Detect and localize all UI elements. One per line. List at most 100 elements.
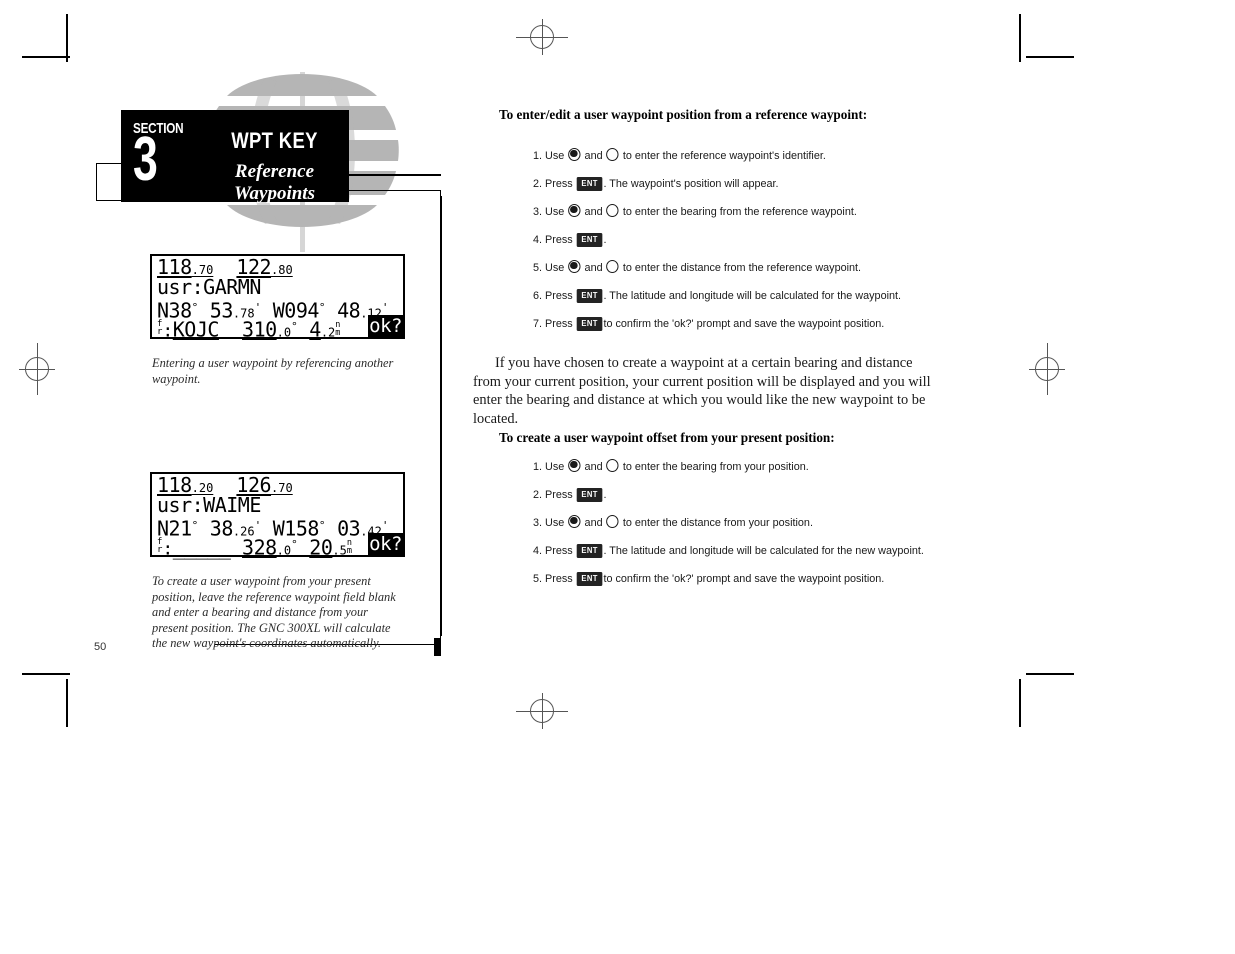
procedure-step: 1. Use and to enter the bearing from you… <box>533 453 942 481</box>
step-text: to enter the reference waypoint's identi… <box>619 150 826 162</box>
step-number: 5. <box>533 262 546 274</box>
step-text: to confirm the 'ok?' prompt and save the… <box>603 318 885 330</box>
ent-key-icon[interactable]: ENT <box>576 177 603 191</box>
lcd1-usr-label: usr: <box>157 275 204 299</box>
step-number: 1. <box>533 461 546 473</box>
ent-key-icon[interactable]: ENT <box>576 317 603 331</box>
small-knob-icon[interactable] <box>606 459 619 472</box>
step-number: 4. <box>533 545 546 557</box>
step-text: . <box>603 489 607 501</box>
section-title: WPT KEY <box>231 128 318 153</box>
procedure-step: 5. Press ENT to confirm the 'ok?' prompt … <box>533 565 942 593</box>
step-verb: Use <box>545 517 568 529</box>
lcd1-distance-unit: nm <box>335 320 341 339</box>
procedure-step: 1. Use and to enter the reference waypoi… <box>533 142 942 170</box>
lcd1-fr-colon: : <box>162 320 173 342</box>
large-knob-icon[interactable] <box>568 148 581 161</box>
ent-key-icon[interactable]: ENT <box>576 488 603 502</box>
lcd2-distance-unit: nm <box>346 538 352 557</box>
lcd1-row-reference: f r:KOJC 310.0° 4.2n m <box>157 315 341 342</box>
step-text: to enter the distance from the reference… <box>619 262 862 274</box>
small-knob-icon[interactable] <box>606 260 619 273</box>
step-text: to confirm the 'ok?' prompt and save the… <box>603 573 885 585</box>
step-text: . The waypoint's position will appear. <box>603 178 779 190</box>
section-header-banner: SECTION 3 WPT KEY Reference Waypoints <box>121 110 349 204</box>
small-knob-icon[interactable] <box>606 204 619 217</box>
procedure-step: 3. Use and to enter the bearing from the… <box>533 198 942 226</box>
procedure-step: 7. Press ENT to confirm the 'ok?' prompt … <box>533 310 942 338</box>
ent-key-icon[interactable]: ENT <box>576 289 603 303</box>
ent-key-icon[interactable]: ENT <box>576 572 603 586</box>
procedure-list-1: 1. Use and to enter the reference waypoi… <box>533 142 963 338</box>
step-verb: Press <box>545 178 576 190</box>
section-number: 3 <box>133 125 158 194</box>
step-conjunction: and <box>581 262 606 274</box>
lcd1-distance-decimal: .2 <box>320 325 336 340</box>
lcd2-fr-label: fr <box>157 537 163 556</box>
step-verb: Use <box>545 461 568 473</box>
lcd2-row-reference: f r:_____ 328.0° 20.5n m <box>157 533 352 560</box>
crop-mark-top-right-v <box>1019 14 1021 62</box>
step-text: . The latitude and longitude will be cal… <box>603 545 924 557</box>
lcd2-ok-prompt[interactable]: ok? <box>368 533 403 555</box>
step-verb: Press <box>545 318 576 330</box>
step-number: 2. <box>533 489 546 501</box>
section-subtitle: Reference Waypoints <box>234 161 315 204</box>
lcd1-usr-value: GARMN <box>203 275 261 299</box>
lcd2-lon-minute-tick: ' <box>381 519 389 532</box>
registration-mark-right <box>1021 343 1073 395</box>
procedure-step: 4. Press ENT. <box>533 226 942 254</box>
lcd1-lon-minute-tick: ' <box>381 301 389 314</box>
small-knob-icon[interactable] <box>606 515 619 528</box>
lcd2-bearing: 328 <box>242 535 277 560</box>
step-text: to enter the distance from your position… <box>619 517 813 529</box>
step-text: . <box>603 234 607 246</box>
lcd1-lon-minutes: 48 <box>337 298 361 323</box>
lcd2-bearing-degree-symbol: ° <box>291 538 298 551</box>
step-verb: Press <box>545 489 576 501</box>
lcd1-ok-prompt[interactable]: ok? <box>368 315 403 337</box>
step-number: 2. <box>533 178 546 190</box>
lcd1-bearing: 310 <box>242 317 277 342</box>
lcd2-reference-waypoint-blank: _____ <box>172 535 231 560</box>
step-conjunction: and <box>581 150 606 162</box>
lcd1-bearing-degree-symbol: ° <box>291 320 298 333</box>
lcd1-lon-degree-symbol: ° <box>318 301 326 314</box>
step-verb: Use <box>545 262 568 274</box>
lcd1-bearing-decimal: .0 <box>276 325 292 340</box>
lcd-screen-reference-waypoint: 118.70 122.80 usr:GARMN N38° 53.78' W094… <box>150 254 405 342</box>
lcd2-distance: 20 <box>309 535 333 560</box>
large-knob-icon[interactable] <box>568 260 581 273</box>
page-number: 50 <box>94 641 107 653</box>
lcd1-distance: 4 <box>309 317 321 342</box>
step-number: 6. <box>533 290 546 302</box>
manual-page: SECTION 3 WPT KEY Reference Waypoints 11… <box>0 0 1235 954</box>
lcd1-fr-label: fr <box>157 319 163 338</box>
figure-caption-1: Entering a user waypoint by referencing … <box>152 356 394 386</box>
lcd2-freq-standby-decimal: .70 <box>271 481 293 495</box>
figure-caption-2: To create a user waypoint from your pres… <box>152 574 396 651</box>
large-knob-icon[interactable] <box>568 204 581 217</box>
large-knob-icon[interactable] <box>568 459 581 472</box>
step-verb: Use <box>545 206 568 218</box>
step-conjunction: and <box>581 206 606 218</box>
step-number: 7. <box>533 318 546 330</box>
lcd2-distance-decimal: .5 <box>332 543 347 558</box>
step-number: 5. <box>533 573 546 585</box>
ent-key-icon[interactable]: ENT <box>576 544 603 558</box>
lcd2-bearing-decimal: .0 <box>276 543 292 558</box>
step-number: 3. <box>533 206 546 218</box>
step-conjunction: and <box>581 517 606 529</box>
step-number: 3. <box>533 517 546 529</box>
left-column: SECTION 3 WPT KEY Reference Waypoints 11… <box>0 0 460 954</box>
procedure-list-2: 1. Use and to enter the bearing from you… <box>533 453 963 593</box>
step-text: to enter the bearing from your position. <box>619 461 809 473</box>
procedure-step: 6. Press ENT. The latitude and longitude… <box>533 282 942 310</box>
ent-key-icon[interactable]: ENT <box>576 233 603 247</box>
procedure-step: 2. Press ENT. The waypoint's position wi… <box>533 170 942 198</box>
procedure-step: 5. Use and to enter the distance from th… <box>533 254 942 282</box>
large-knob-icon[interactable] <box>568 515 581 528</box>
small-knob-icon[interactable] <box>606 148 619 161</box>
lcd1-reference-waypoint: KOJC <box>172 317 220 342</box>
lcd-screen-present-position-offset: 118.20 126.70 usr:WAIME N21° 38.26' W158… <box>150 472 405 560</box>
